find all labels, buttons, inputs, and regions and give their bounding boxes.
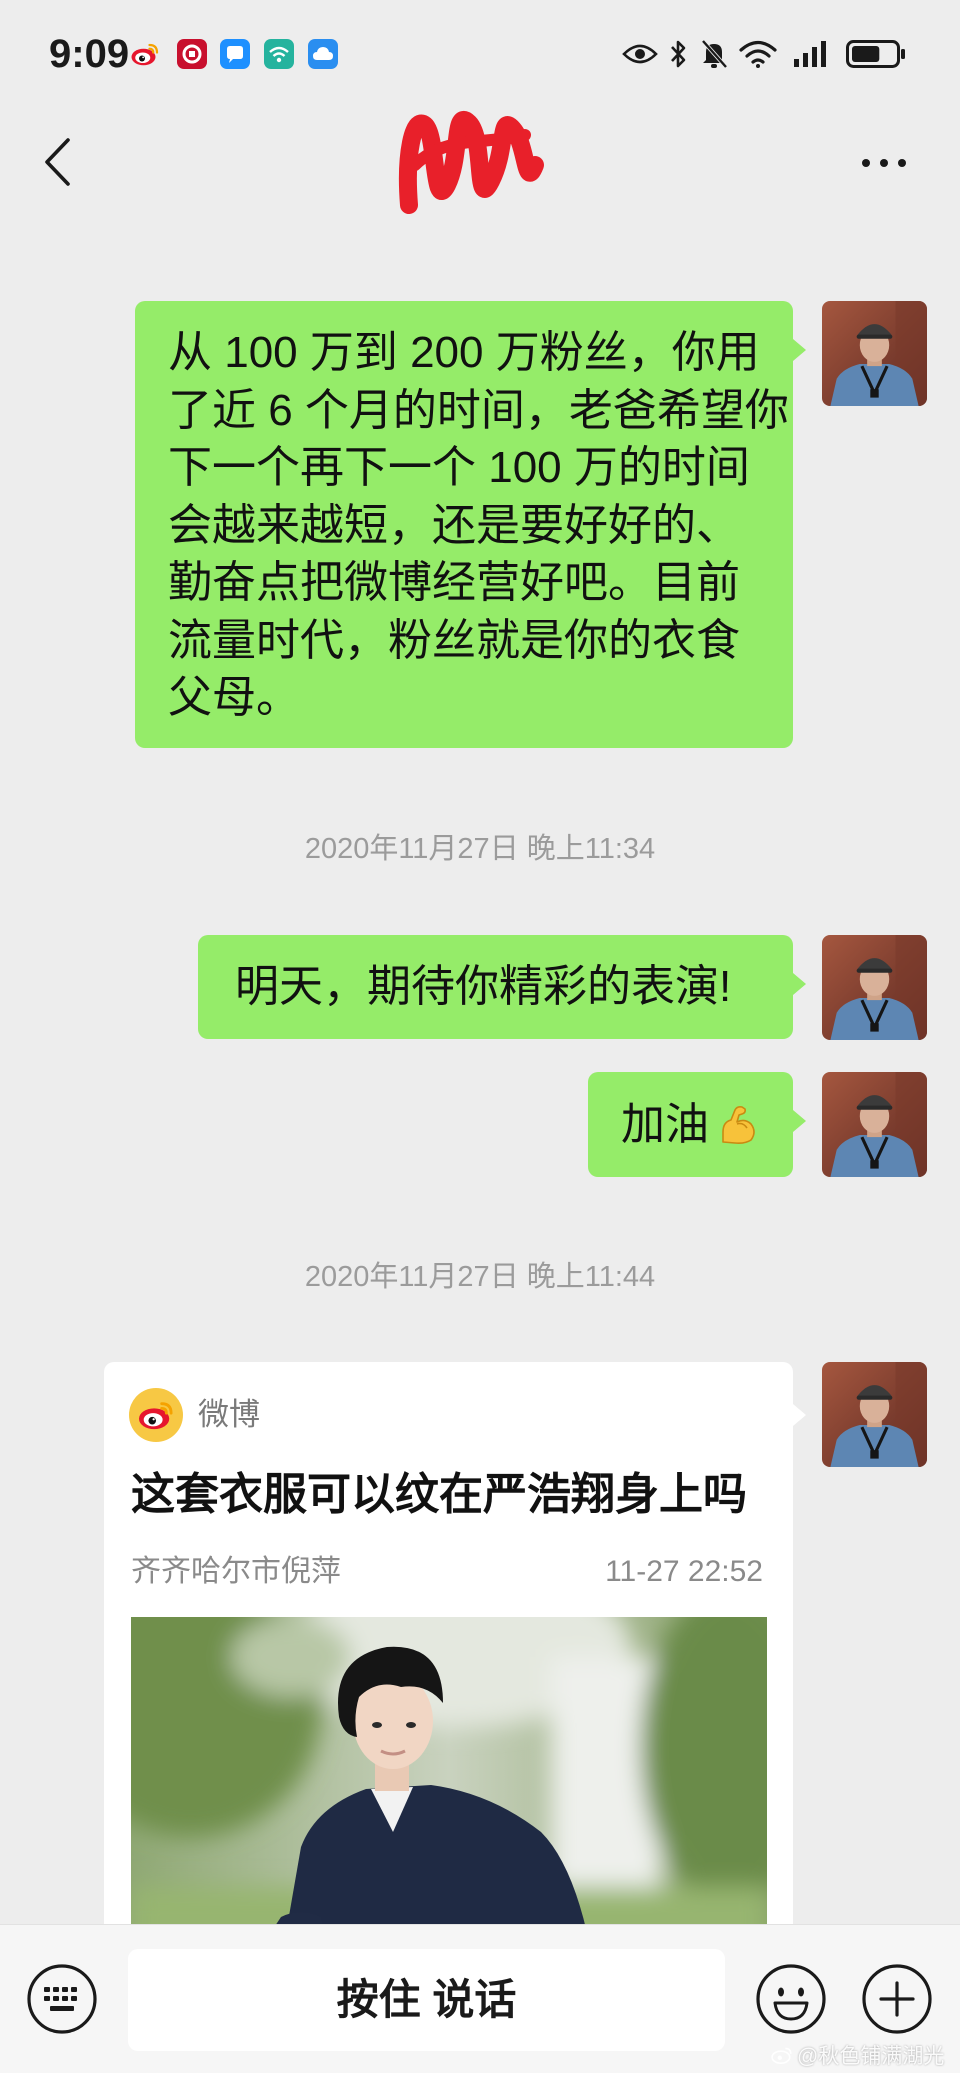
- message-text-line: 下一个再下一个 100 万的时间: [168, 443, 750, 492]
- message-text-line: 父母。: [168, 673, 300, 722]
- bubble-tail: [793, 1110, 806, 1132]
- flexed-biceps-icon: [722, 1105, 755, 1144]
- eye-icon: [622, 44, 658, 64]
- card-time: 11-27 22:52: [605, 1555, 763, 1588]
- input-bar: 按住 说话 @秋色铺满湖光: [0, 1924, 960, 2073]
- message-text-line: 会越来越短，还是要好好的、: [168, 500, 740, 550]
- avatar[interactable]: [822, 935, 927, 1040]
- message-text-line: 从 100 万到 200 万粉丝，你用: [168, 328, 760, 377]
- bluetooth-icon: [671, 40, 686, 68]
- card-author: 齐齐哈尔市倪萍: [131, 1555, 341, 1588]
- watermark: @秋色铺满湖光: [771, 2042, 944, 2068]
- message-icon: [220, 39, 250, 69]
- chevron-left-icon[interactable]: [40, 135, 74, 189]
- watermark-text: @秋色铺满湖光: [797, 2045, 945, 2068]
- weibo-watermark-icon: [771, 2047, 792, 2065]
- chat-timestamp: 2020年11月27日 晚上11:44: [304, 1261, 656, 1293]
- avatar[interactable]: [822, 301, 927, 406]
- battery-level-fill: [852, 46, 880, 62]
- hold-to-talk-button[interactable]: 按住 说话: [128, 1949, 725, 2051]
- message-text: 加油: [621, 1100, 709, 1149]
- card-title: 这套衣服可以纹在严浩翔身上吗: [131, 1470, 747, 1519]
- message-text: 明天，期待你精彩的表演!: [235, 962, 732, 1011]
- bubble-tail: [793, 973, 806, 995]
- wifi-app-icon: [264, 39, 294, 69]
- card-photo: [131, 1617, 767, 1962]
- avatar[interactable]: [822, 1362, 927, 1467]
- shared-weibo-card[interactable]: 微博 这套衣服可以纹在严浩翔身上吗 齐齐哈尔市倪萍 11-27 22:52: [104, 1362, 806, 1962]
- weibo-icon: [130, 39, 160, 69]
- wifi-icon: [739, 40, 777, 68]
- plus-icon[interactable]: [861, 1963, 933, 2035]
- chat-timestamp: 2020年11月27日 晚上11:34: [304, 833, 656, 865]
- bubble-tail: [793, 1404, 806, 1426]
- signal-icon: [794, 41, 826, 67]
- card-source-label: 微博: [198, 1397, 260, 1432]
- smile-icon[interactable]: [755, 1963, 827, 2035]
- keyboard-icon[interactable]: [26, 1963, 98, 2035]
- sent-message-bubble[interactable]: 明天，期待你精彩的表演!: [198, 935, 806, 1039]
- redacted-title: [398, 111, 544, 214]
- bank-icon: [177, 39, 207, 69]
- sent-message-bubble[interactable]: 从 100 万到 200 万粉丝，你用 了近 6 个月的时间，老爸希望你 下一个…: [135, 301, 806, 748]
- battery-icon: [846, 40, 906, 68]
- cloud-icon: [308, 39, 338, 69]
- more-dots-icon[interactable]: [856, 153, 912, 173]
- weibo-logo-icon: [129, 1388, 183, 1442]
- avatar[interactable]: [822, 1072, 927, 1177]
- bubble-tail: [793, 339, 806, 361]
- status-time: 9:09: [49, 32, 130, 76]
- mute-bell-icon: [701, 39, 728, 69]
- message-text-line: 勤奋点把微博经营好吧。目前: [168, 558, 740, 607]
- message-text-line: 了近 6 个月的时间，老爸希望你: [168, 385, 789, 435]
- sent-message-bubble[interactable]: 加油: [588, 1072, 806, 1177]
- message-text-line: 流量时代，粉丝就是你的衣食: [168, 615, 740, 665]
